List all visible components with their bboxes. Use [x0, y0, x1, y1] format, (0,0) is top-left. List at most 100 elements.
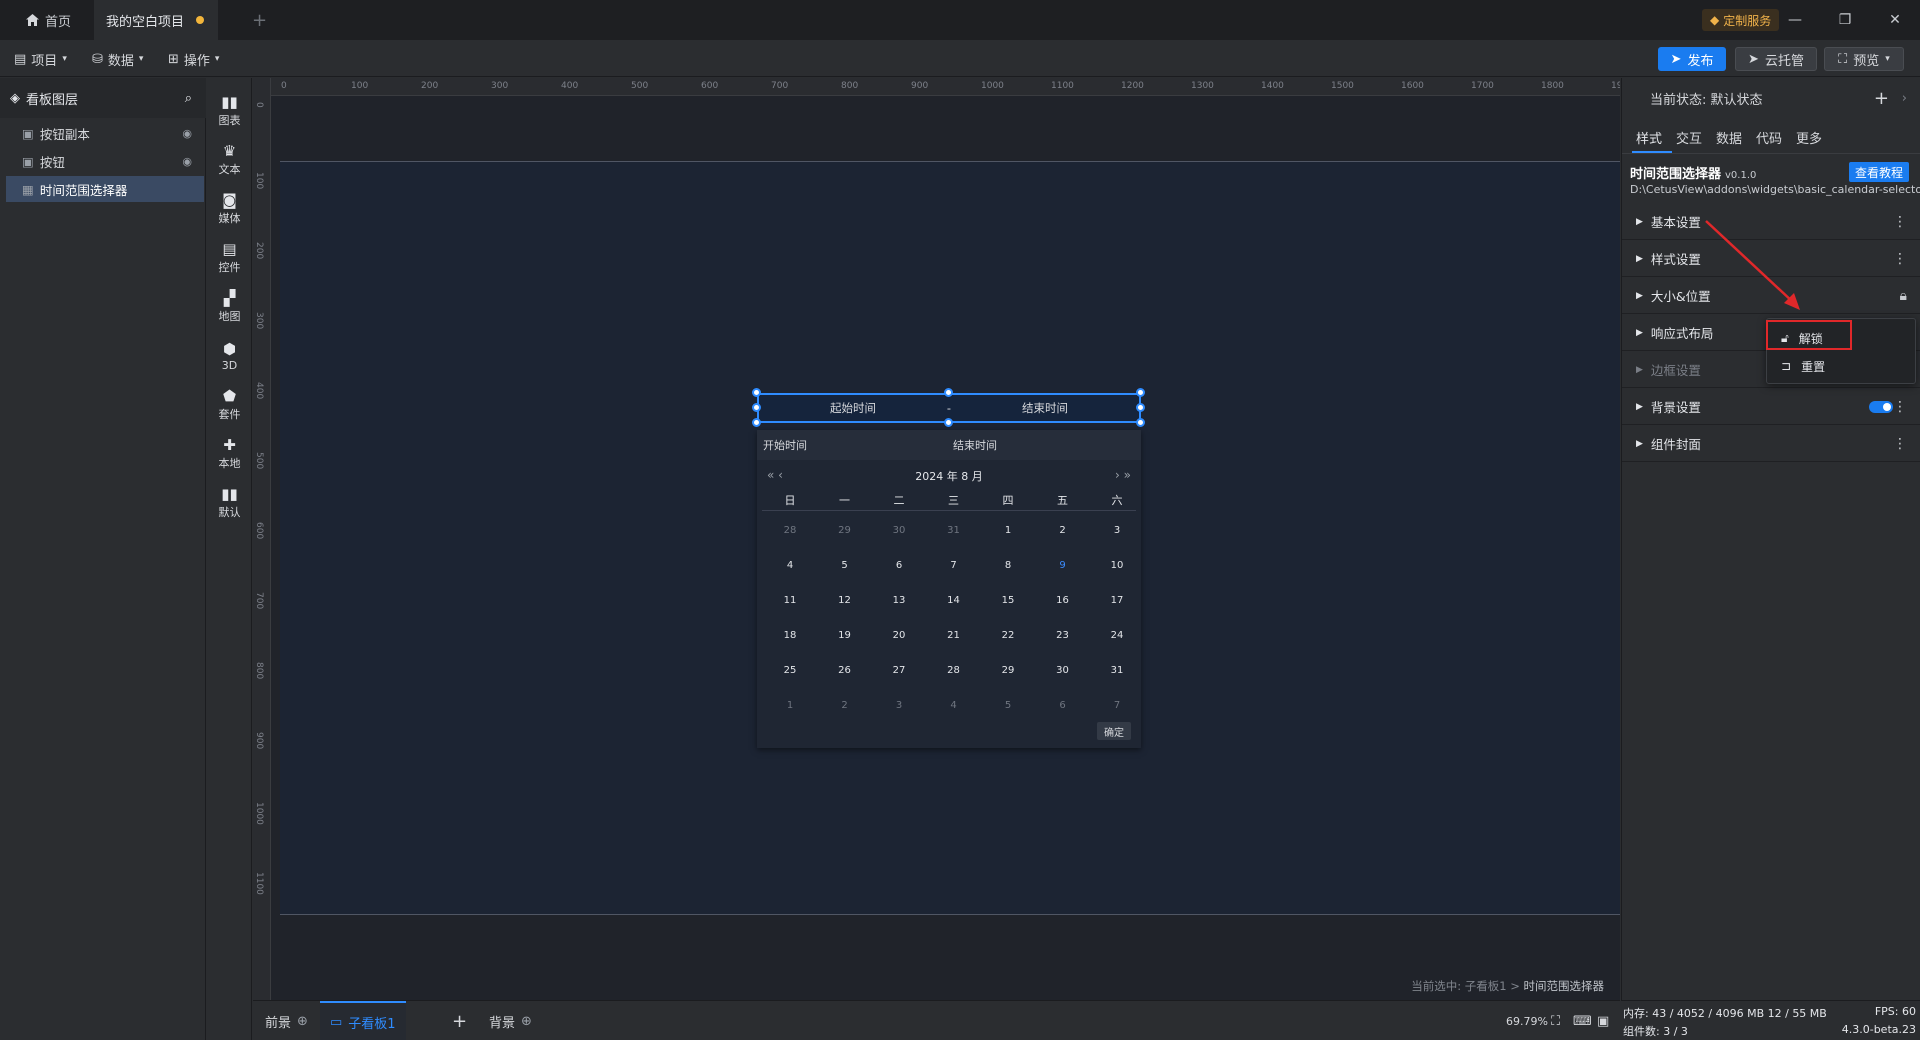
- component-default[interactable]: ▮▮ 默认: [207, 478, 252, 528]
- calendar-day[interactable]: 24: [1090, 630, 1144, 641]
- calendar-day[interactable]: 28: [763, 525, 817, 536]
- view-tutorial-button[interactable]: 查看教程: [1849, 162, 1909, 182]
- calendar-day[interactable]: 31: [1090, 665, 1144, 676]
- calendar-day[interactable]: 29: [981, 665, 1035, 676]
- calendar-day[interactable]: 1: [981, 525, 1035, 536]
- calendar-day[interactable]: 10: [1090, 560, 1144, 571]
- keyboard-icon[interactable]: ⌨: [1573, 1001, 1592, 1040]
- component-control[interactable]: ▤ 控件: [207, 233, 252, 283]
- calendar-day[interactable]: 22: [981, 630, 1035, 641]
- visibility-icon[interactable]: ◉: [182, 155, 192, 168]
- component-media[interactable]: ◙ 媒体: [207, 184, 252, 234]
- calendar-day[interactable]: 14: [927, 595, 981, 606]
- calendar-day[interactable]: 31: [927, 525, 981, 536]
- calendar-end-label[interactable]: 结束时间: [953, 437, 997, 453]
- menu-operate[interactable]: ⊞ 操作 ▾: [168, 48, 219, 70]
- add-tab-button[interactable]: +: [240, 0, 279, 40]
- calendar-day[interactable]: 2: [1036, 525, 1090, 536]
- calendar-day[interactable]: 30: [872, 525, 926, 536]
- calendar-day[interactable]: 3: [872, 700, 926, 711]
- calendar-day[interactable]: 30: [1036, 665, 1090, 676]
- component-3d[interactable]: ⬢ 3D: [207, 331, 252, 381]
- tab-foreground[interactable]: 前景 ⊕: [265, 1001, 308, 1040]
- calendar-day[interactable]: 9: [1036, 560, 1090, 571]
- calendar-start-label[interactable]: 开始时间: [763, 437, 807, 453]
- calendar-day[interactable]: 3: [1090, 525, 1144, 536]
- calendar-day[interactable]: 27: [872, 665, 926, 676]
- tab-more[interactable]: 更多: [1796, 128, 1822, 147]
- calendar-day[interactable]: 2: [818, 700, 872, 711]
- resize-handle[interactable]: [944, 418, 953, 427]
- search-icon[interactable]: ⌕: [185, 91, 192, 106]
- component-map[interactable]: ▞ 地图: [207, 282, 252, 332]
- calendar-day[interactable]: 26: [818, 665, 872, 676]
- resize-handle[interactable]: [1136, 403, 1145, 412]
- tab-style[interactable]: 样式: [1636, 128, 1662, 147]
- close-icon[interactable]: ✕: [1870, 0, 1920, 40]
- visibility-icon[interactable]: ◉: [182, 127, 192, 140]
- resize-handle[interactable]: [752, 418, 761, 427]
- layer-item-button-copy[interactable]: ▣ 按钮副本 ◉: [6, 120, 204, 146]
- resize-handle[interactable]: [1136, 418, 1145, 427]
- menu-data[interactable]: ⛁ 数据 ▾: [92, 48, 143, 70]
- component-chart[interactable]: ▮▮ 图表: [207, 86, 252, 136]
- calendar-day[interactable]: 6: [1036, 700, 1090, 711]
- background-toggle[interactable]: [1869, 400, 1893, 413]
- tab-interaction[interactable]: 交互: [1676, 128, 1702, 147]
- calendar-day[interactable]: 17: [1090, 595, 1144, 606]
- calendar-day[interactable]: 7: [1090, 700, 1144, 711]
- calendar-day[interactable]: 7: [927, 560, 981, 571]
- calendar-day[interactable]: 5: [818, 560, 872, 571]
- resize-handle[interactable]: [752, 403, 761, 412]
- more-vertical-icon[interactable]: ⋮: [1893, 399, 1907, 415]
- lock-icon[interactable]: 🔒︎: [1900, 288, 1907, 304]
- restore-icon[interactable]: ❐: [1820, 0, 1870, 40]
- calendar-day[interactable]: 18: [763, 630, 817, 641]
- calendar-day[interactable]: 20: [872, 630, 926, 641]
- confirm-button[interactable]: 确定: [1097, 722, 1131, 740]
- preview-button[interactable]: ⛶ 预览 ▾: [1824, 47, 1904, 71]
- calendar-day[interactable]: 21: [927, 630, 981, 641]
- calendar-day[interactable]: 6: [872, 560, 926, 571]
- add-board-button[interactable]: +: [452, 1001, 467, 1040]
- reset-menu-item[interactable]: ⊐ 重置: [1775, 353, 1825, 379]
- add-circle-icon[interactable]: ⊕: [521, 1014, 532, 1029]
- calendar-day[interactable]: 23: [1036, 630, 1090, 641]
- minimize-icon[interactable]: —: [1770, 0, 1820, 40]
- terminal-icon[interactable]: ▣: [1597, 1001, 1609, 1040]
- component-text[interactable]: ♛ 文本: [207, 135, 252, 185]
- section-cover[interactable]: ▶ 组件封面 ⋮: [1622, 426, 1920, 462]
- more-vertical-icon[interactable]: ⋮: [1893, 436, 1907, 452]
- tab-home[interactable]: 首页: [14, 0, 83, 40]
- more-vertical-icon[interactable]: ⋮: [1893, 214, 1907, 230]
- fit-screen-icon[interactable]: ⛶: [1551, 1001, 1560, 1040]
- tab-background[interactable]: 背景 ⊕: [489, 1001, 532, 1040]
- section-background[interactable]: ▶ 背景设置 ⋮: [1622, 389, 1920, 425]
- calendar-day[interactable]: 13: [872, 595, 926, 606]
- calendar-next-icon[interactable]: › »: [1115, 468, 1131, 482]
- tab-code[interactable]: 代码: [1756, 128, 1782, 147]
- calendar-day[interactable]: 19: [818, 630, 872, 641]
- calendar-day[interactable]: 4: [927, 700, 981, 711]
- layer-item-date-range-picker[interactable]: ▦ 时间范围选择器: [6, 176, 204, 202]
- end-time-input[interactable]: 结束时间: [951, 400, 1139, 416]
- calendar-day[interactable]: 15: [981, 595, 1035, 606]
- chevron-right-icon[interactable]: ›: [1902, 91, 1907, 106]
- add-state-icon[interactable]: +: [1874, 88, 1889, 109]
- add-circle-icon[interactable]: ⊕: [297, 1014, 308, 1029]
- calendar-day[interactable]: 11: [763, 595, 817, 606]
- calendar-day[interactable]: 5: [981, 700, 1035, 711]
- more-vertical-icon[interactable]: ⋮: [1893, 251, 1907, 267]
- component-kit[interactable]: ⬟ 套件: [207, 380, 252, 430]
- resize-handle[interactable]: [752, 388, 761, 397]
- layer-item-button[interactable]: ▣ 按钮 ◉: [6, 148, 204, 174]
- zoom-level[interactable]: 69.79%: [1506, 1001, 1548, 1040]
- calendar-day[interactable]: 28: [927, 665, 981, 676]
- publish-button[interactable]: ➤ 发布: [1658, 47, 1726, 71]
- calendar-day[interactable]: 25: [763, 665, 817, 676]
- tab-project[interactable]: 我的空白项目: [94, 0, 218, 40]
- tab-data[interactable]: 数据: [1716, 128, 1742, 147]
- calendar-day[interactable]: 8: [981, 560, 1035, 571]
- calendar-day[interactable]: 12: [818, 595, 872, 606]
- cloud-hosting-button[interactable]: ➤ 云托管: [1735, 47, 1817, 71]
